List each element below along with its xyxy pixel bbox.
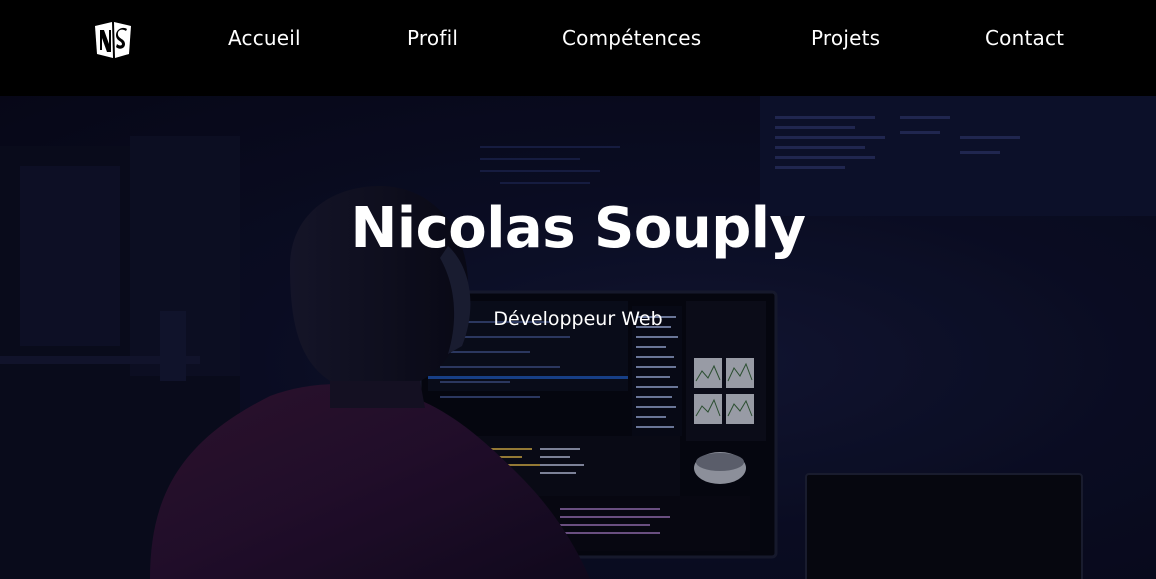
top-navbar: Accueil Profil Compétences Projets Conta…: [0, 0, 1156, 96]
nav-profil-link[interactable]: Profil: [407, 26, 458, 50]
ns-logo-icon[interactable]: [92, 20, 134, 60]
nav-competences-link[interactable]: Compétences: [562, 26, 701, 50]
hero-title: Nicolas Souply: [350, 196, 807, 261]
nav-contact-link[interactable]: Contact: [985, 26, 1064, 50]
hero-section: Nicolas Souply Développeur Web: [0, 96, 1156, 579]
hero-subtitle: Développeur Web: [493, 308, 663, 330]
nav-projets-link[interactable]: Projets: [811, 26, 880, 50]
nav-accueil-link[interactable]: Accueil: [228, 26, 301, 50]
hero-background-image: [0, 96, 1156, 579]
